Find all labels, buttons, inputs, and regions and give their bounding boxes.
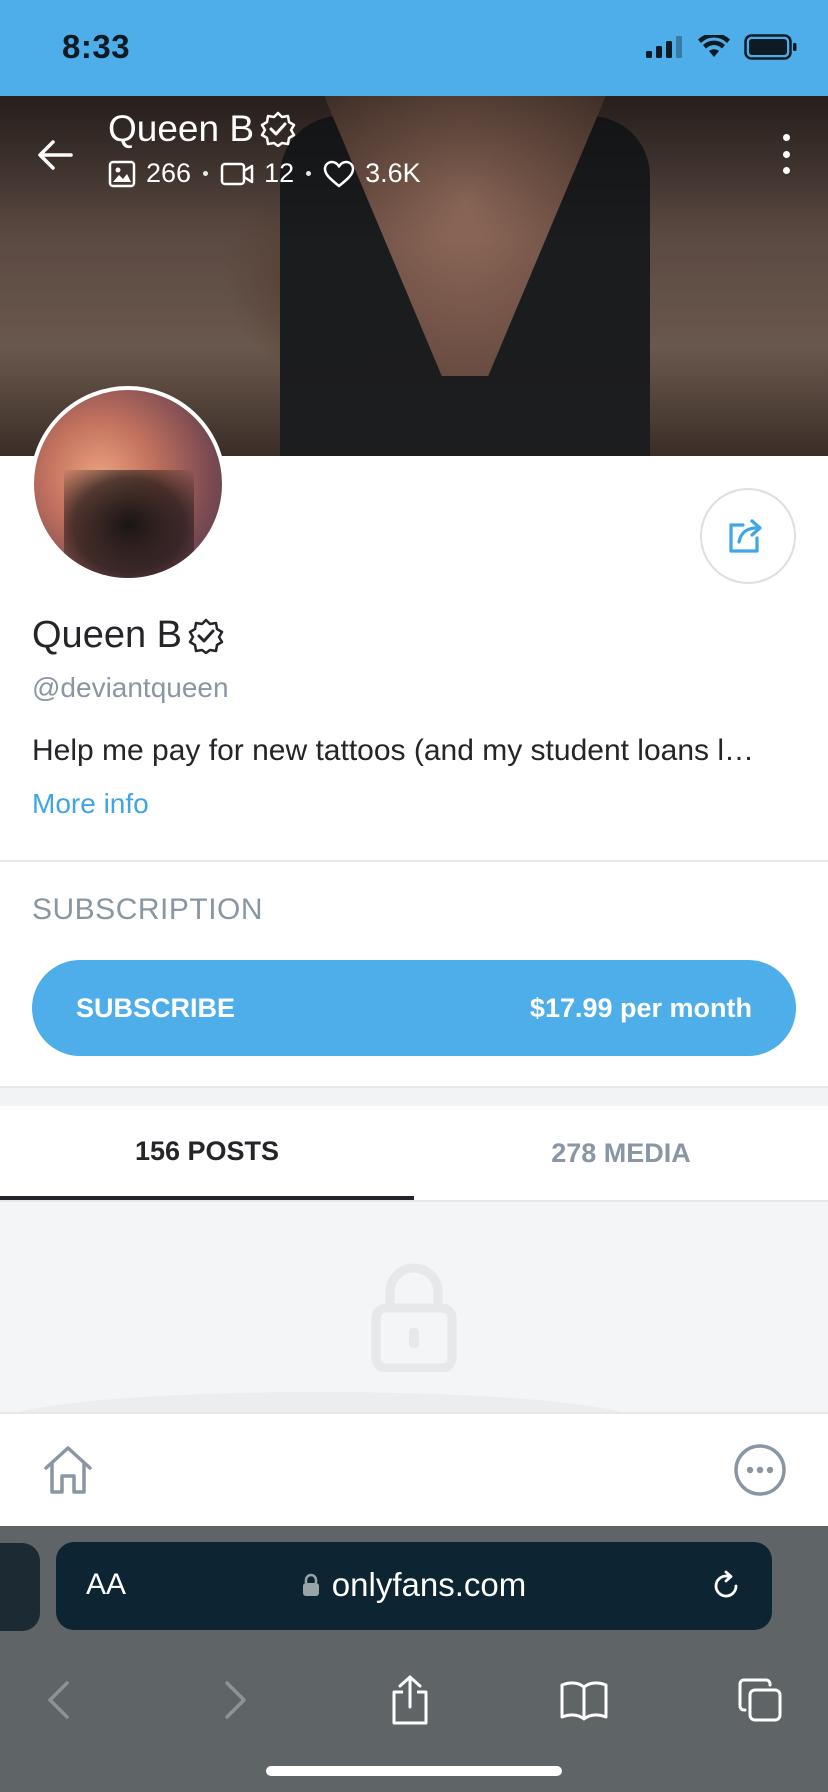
header-stats: 266 12 3.6K bbox=[108, 158, 421, 189]
browser-share-button[interactable] bbox=[380, 1670, 440, 1730]
battery-icon bbox=[744, 34, 797, 60]
stat-videos: 12 bbox=[220, 158, 294, 189]
bottom-navigation bbox=[0, 1412, 828, 1526]
subscribe-price: $17.99 per month bbox=[529, 992, 752, 1023]
header-name-text: Queen B bbox=[108, 108, 255, 149]
heart-icon bbox=[323, 160, 355, 187]
profile-bio: Help me pay for new tattoos (and my stud… bbox=[32, 734, 755, 767]
likes-count: 3.6K bbox=[365, 158, 421, 188]
locked-content-shape bbox=[0, 1392, 640, 1412]
share-up-icon bbox=[392, 1675, 428, 1725]
tab-media[interactable]: 278 MEDIA bbox=[414, 1106, 828, 1200]
profile-handle: @deviantqueen bbox=[32, 672, 229, 703]
subscribe-label: SUBSCRIBE bbox=[76, 992, 236, 1023]
lock-icon bbox=[371, 1263, 457, 1372]
photo-icon bbox=[108, 160, 136, 187]
locked-content-area bbox=[0, 1202, 828, 1412]
arrow-left-icon bbox=[38, 140, 73, 170]
chevron-right-icon bbox=[225, 1681, 246, 1719]
back-button[interactable] bbox=[30, 130, 80, 180]
bookmarks-button[interactable] bbox=[554, 1670, 614, 1730]
divider bbox=[0, 860, 828, 862]
address-bar[interactable]: AA onlyfans.com bbox=[56, 1542, 772, 1630]
videos-count: 12 bbox=[264, 158, 295, 188]
url-domain-text: onlyfans.com bbox=[331, 1566, 527, 1603]
profile-name: Queen B bbox=[32, 614, 224, 657]
subscription-heading: SUBSCRIPTION bbox=[32, 893, 264, 926]
share-icon bbox=[729, 519, 762, 553]
status-icons bbox=[646, 34, 798, 60]
section-gap bbox=[0, 1088, 828, 1106]
more-dot bbox=[782, 167, 790, 174]
previous-tab-peek[interactable] bbox=[0, 1543, 40, 1631]
wifi-icon bbox=[698, 35, 730, 57]
avatar-photo-detail bbox=[64, 470, 194, 578]
stat-separator bbox=[306, 171, 312, 176]
status-bar: 8:33 bbox=[0, 0, 828, 96]
tabs-icon bbox=[738, 1678, 782, 1722]
subscribe-button[interactable]: SUBSCRIBE $17.99 per month bbox=[32, 960, 796, 1056]
stat-likes: 3.6K bbox=[323, 158, 421, 189]
reload-button[interactable] bbox=[706, 1566, 746, 1606]
stat-separator bbox=[203, 171, 209, 176]
reload-icon bbox=[714, 1570, 738, 1598]
verified-badge-icon bbox=[260, 111, 296, 147]
home-icon bbox=[44, 1446, 92, 1494]
browser-forward-button[interactable] bbox=[206, 1670, 266, 1730]
book-icon bbox=[560, 1681, 608, 1721]
profile-name-text: Queen B bbox=[32, 614, 182, 656]
photos-count: 266 bbox=[146, 158, 192, 188]
tab-posts[interactable]: 156 POSTS bbox=[0, 1106, 414, 1200]
more-dot bbox=[782, 134, 790, 141]
stat-photos: 266 bbox=[108, 158, 191, 189]
header-profile-name: Queen B bbox=[108, 108, 296, 150]
more-circle-icon bbox=[734, 1444, 786, 1496]
status-time: 8:33 bbox=[62, 28, 131, 65]
browser-back-button[interactable] bbox=[28, 1670, 88, 1730]
browser-chrome: AA onlyfans.com bbox=[0, 1526, 828, 1792]
more-dot bbox=[782, 150, 790, 158]
share-button[interactable] bbox=[700, 488, 796, 584]
more-info-link[interactable]: More info bbox=[32, 788, 149, 820]
video-icon bbox=[220, 162, 254, 185]
browser-toolbar bbox=[0, 1652, 828, 1742]
url-domain: onlyfans.com bbox=[56, 1566, 772, 1604]
verified-badge-icon bbox=[188, 618, 224, 654]
tabs-button[interactable] bbox=[730, 1670, 790, 1730]
chevron-left-icon bbox=[48, 1681, 69, 1719]
lock-icon bbox=[302, 1573, 319, 1596]
home-indicator bbox=[266, 1766, 562, 1776]
cellular-signal-icon bbox=[646, 36, 682, 58]
more-menu-button[interactable] bbox=[730, 1440, 790, 1500]
more-options-button[interactable] bbox=[776, 134, 796, 174]
content-tabs: 156 POSTS 278 MEDIA bbox=[0, 1106, 828, 1202]
avatar[interactable] bbox=[30, 386, 226, 582]
home-button[interactable] bbox=[38, 1440, 98, 1500]
